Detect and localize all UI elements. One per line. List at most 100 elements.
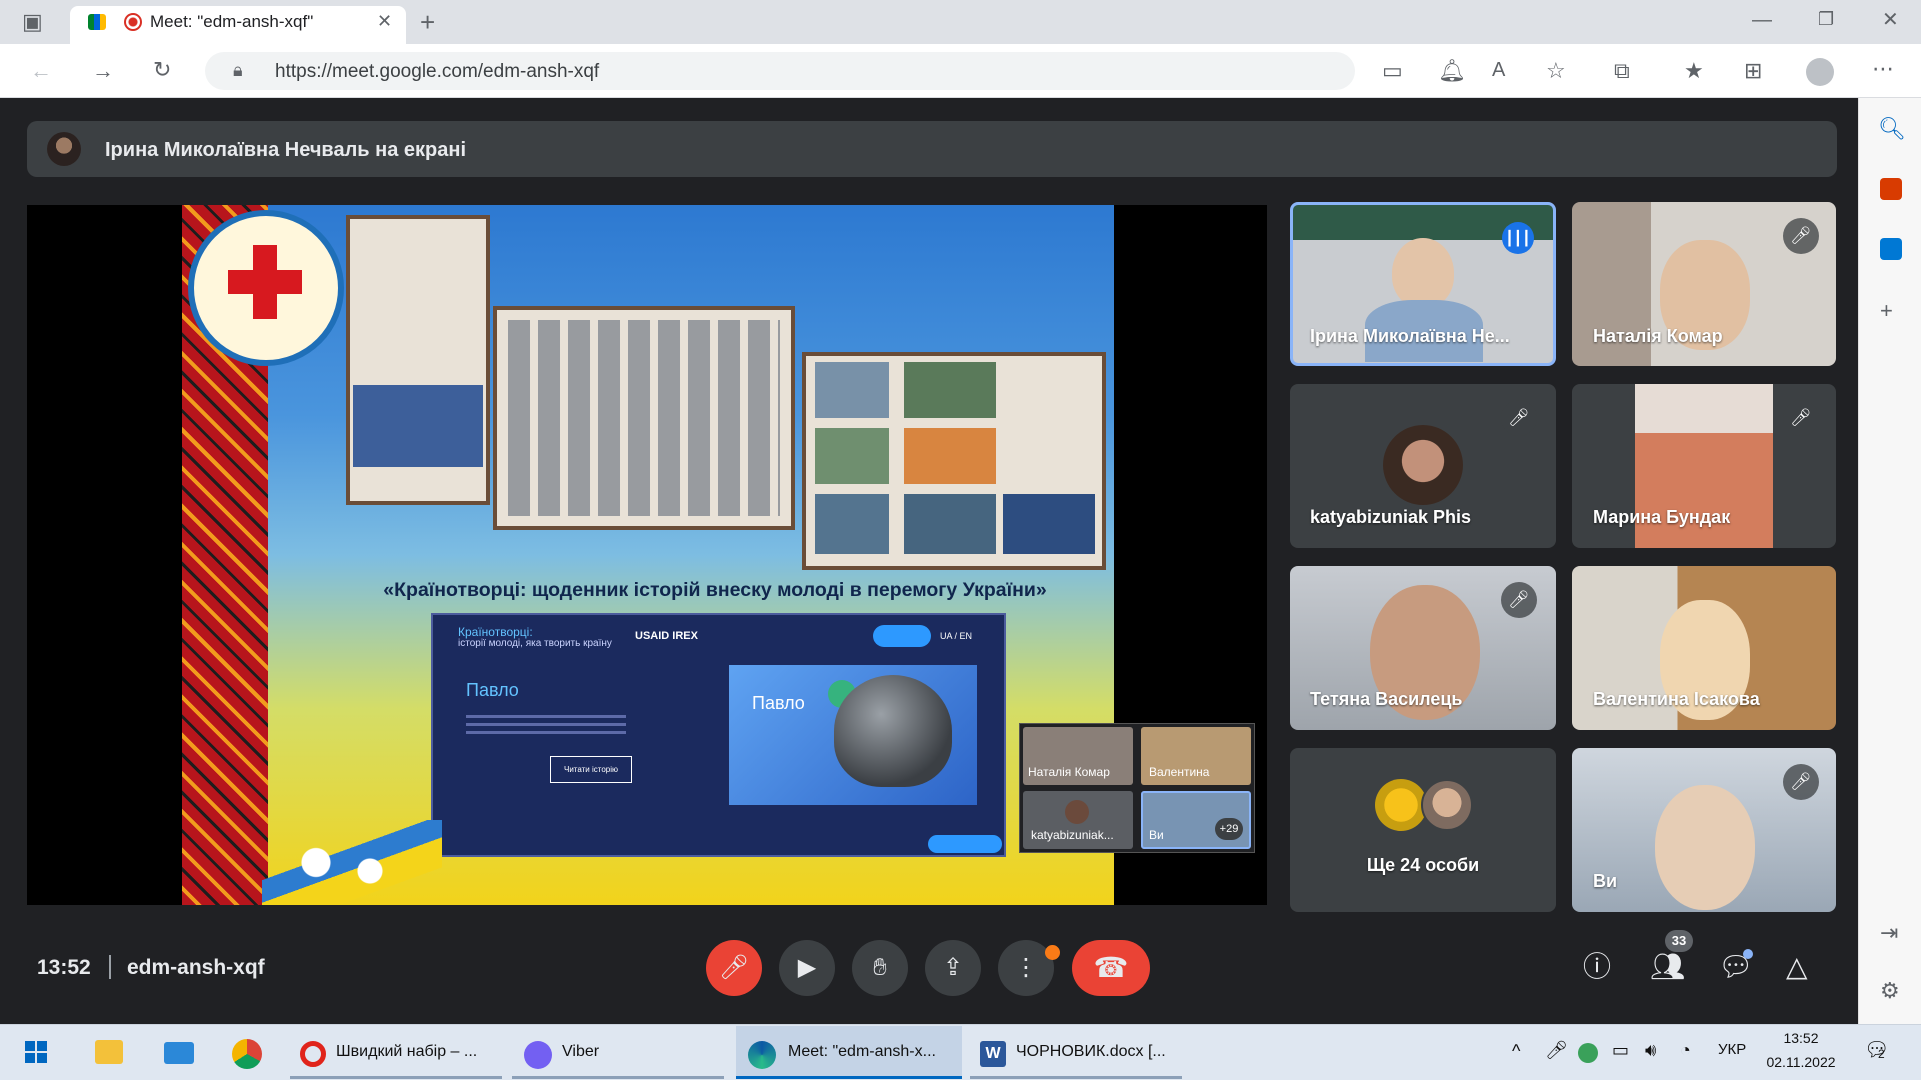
tray-app-icon[interactable] [1578, 1043, 1598, 1063]
self-video [1655, 785, 1755, 910]
new-tab-button[interactable]: + [420, 9, 435, 35]
office-icon[interactable] [1880, 178, 1902, 200]
back-icon[interactable]: ← [30, 60, 52, 82]
tray-time[interactable]: 13:52 [1765, 1030, 1837, 1046]
website-title: Країнотворці: [458, 625, 533, 639]
favorites-icon[interactable]: ★ [1684, 60, 1704, 82]
restore-icon[interactable]: ❐ [1818, 10, 1834, 28]
start-icon[interactable] [25, 1041, 47, 1063]
taskbar-opera-label: Швидкий набір – ... [336, 1043, 478, 1060]
taskbar-opera-indicator [290, 1076, 502, 1079]
wifi-icon[interactable]: ◔ [1680, 1041, 1691, 1059]
add-favorite-icon[interactable]: ☆ [1546, 60, 1566, 82]
close-tab-icon[interactable]: ✕ [377, 12, 392, 30]
minimize-icon[interactable]: — [1752, 10, 1772, 30]
tab-actions-icon[interactable]: ▣ [22, 11, 43, 33]
mic-toggle-button[interactable]: 🎤︎ [706, 940, 762, 996]
search-icon[interactable]: 🔍︎ [1878, 118, 1906, 140]
mail-icon[interactable] [164, 1042, 194, 1064]
more-menu-icon[interactable]: ⋯ [1872, 58, 1894, 80]
volume-icon[interactable]: 🔊︎ [1645, 1041, 1656, 1059]
portraits-grid [508, 320, 780, 516]
extensions-icon[interactable]: ⧉ [1614, 60, 1630, 82]
building-photo [353, 385, 483, 467]
edge-icon [748, 1041, 776, 1069]
tray-overflow-icon[interactable]: ^ [1512, 1042, 1520, 1060]
event-photo-4 [904, 428, 996, 484]
website-pill [873, 625, 931, 647]
mini-tile-4-name: Ви [1149, 828, 1164, 842]
activities-icon[interactable]: △ [1786, 953, 1808, 981]
tile-6-name: Валентина Ісакова [1593, 689, 1760, 709]
tray-mic-icon[interactable]: 🎤︎ [1545, 1041, 1568, 1059]
mini-more-count: +29 [1215, 818, 1243, 840]
event-photo-5 [815, 494, 889, 554]
mini-tile-3-name: katyabizuniak... [1031, 828, 1114, 842]
raise-hand-button[interactable]: ✋︎ [852, 940, 908, 996]
presenter-banner-text: Ірина Миколаївна Нечваль на екрані [105, 139, 467, 161]
tile-2-name: Наталія Комар [1593, 326, 1723, 346]
website-story-name: Павло [466, 680, 519, 700]
meeting-code: edm-ansh-xqf [127, 956, 265, 979]
tile-3-name: katyabizuniak Phis [1310, 507, 1472, 527]
taskbar-meet-indicator [736, 1076, 962, 1079]
word-icon: W [980, 1041, 1006, 1067]
profile-avatar[interactable] [1806, 58, 1834, 86]
clock-divider [109, 955, 111, 979]
viber-icon [524, 1041, 552, 1069]
read-aloud-icon[interactable]: A [1492, 60, 1505, 80]
camera-in-use-icon[interactable]: ▭ [1382, 60, 1403, 82]
people-count-badge: 33 [1665, 930, 1693, 952]
more-participants-label: Ще 24 особи [1366, 855, 1480, 875]
tile-4-name: Марина Бундак [1593, 507, 1731, 527]
chrome-icon[interactable] [232, 1039, 262, 1069]
add-sidebar-app-icon[interactable]: + [1880, 300, 1893, 322]
taskbar-viber-label: Viber [562, 1043, 600, 1060]
website-subtitle: історії молоді, яка творить країну [458, 638, 612, 649]
website-card-name: Павло [752, 693, 805, 713]
speaking-indicator-icon: ┃┃┃ [1502, 222, 1534, 254]
end-call-button[interactable]: ☎ [1072, 940, 1150, 996]
taskbar-meet-label: Meet: "edm-ansh-x... [788, 1043, 936, 1060]
tab-title: Meet: "edm-ansh-xqf" [150, 12, 314, 31]
outlook-icon[interactable] [1880, 238, 1902, 260]
forward-icon[interactable]: → [92, 60, 114, 82]
hide-sidebar-icon[interactable]: ⇥ [1880, 922, 1898, 944]
flowers-decoration [262, 820, 442, 905]
input-language[interactable]: УКР [1718, 1041, 1746, 1058]
taskbar-word-indicator [970, 1076, 1182, 1079]
opera-icon [300, 1041, 326, 1067]
meeting-clock: 13:52 [37, 956, 91, 979]
notification-center-icon[interactable]: 💬︎ [1864, 1040, 1889, 1060]
sidebar-settings-icon[interactable]: ⚙ [1880, 980, 1900, 1002]
meeting-details-icon[interactable]: ⓘ [1583, 953, 1611, 981]
muted-mic-icon: 🎤︎ [1783, 400, 1819, 436]
more-options-dot [1045, 945, 1060, 960]
battery-icon[interactable]: ▭ [1612, 1041, 1629, 1059]
tray-date[interactable]: 02.11.2022 [1762, 1054, 1840, 1070]
mini-tile-1-name: Наталія Комар [1028, 765, 1110, 779]
notifications-blocked-icon[interactable]: 🔔︎ [1438, 60, 1466, 82]
participant-tile-more[interactable] [1290, 748, 1556, 912]
red-cross-icon [228, 245, 302, 319]
self-tile-name: Ви [1593, 871, 1618, 891]
website-cta [928, 835, 1002, 853]
more-avatar-2 [1421, 779, 1473, 831]
edge-sidebar [1858, 98, 1921, 1024]
mini-tile-2-name: Валентина [1149, 765, 1210, 779]
presenter-avatar [47, 132, 81, 166]
camera-toggle-button[interactable]: ▶ [779, 940, 835, 996]
url-text[interactable]: https://meet.google.com/edm-ansh-xqf [275, 61, 599, 83]
lock-icon[interactable]: 🔒︎ [233, 61, 243, 79]
event-photo-2 [904, 362, 996, 418]
helmet-icon [834, 675, 952, 787]
reload-icon[interactable]: ↻ [153, 59, 171, 81]
close-window-icon[interactable]: ✕ [1882, 10, 1899, 30]
file-explorer-icon[interactable] [95, 1040, 123, 1064]
collections-icon[interactable]: ⊞ [1744, 60, 1762, 82]
event-photo-1 [815, 362, 889, 418]
people-icon[interactable]: 👥︎ [1650, 953, 1686, 981]
present-screen-button[interactable]: ⇪ [925, 940, 981, 996]
mini-tile-3-avatar [1065, 800, 1089, 824]
muted-mic-icon: 🎤︎ [1783, 218, 1819, 254]
